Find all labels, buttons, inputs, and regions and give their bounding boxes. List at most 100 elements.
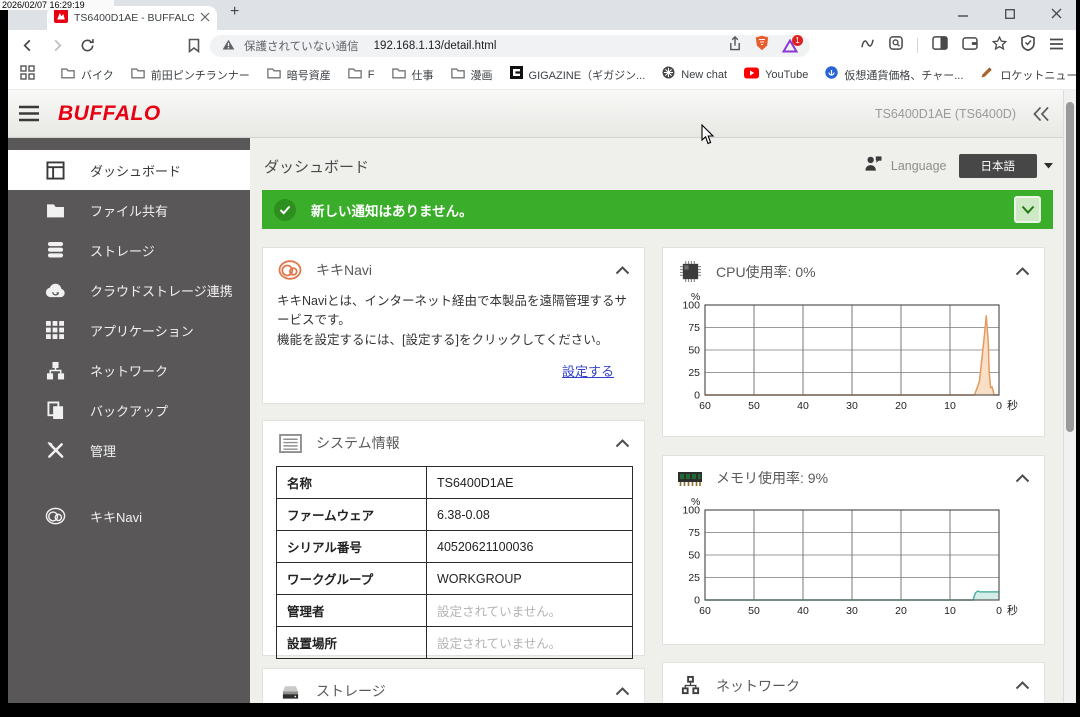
page-title: ダッシュボード <box>264 156 369 177</box>
maximize-icon[interactable] <box>1005 6 1015 24</box>
bookmark-item[interactable]: YouTube <box>744 66 808 84</box>
bookmark-item[interactable]: 前田ピンチランナー <box>131 66 250 84</box>
bookmark-label: F <box>368 69 375 81</box>
cpu-usage-chart: 10075502506050403020100%秒 <box>675 291 1027 423</box>
notification-banner: 新しい通知はありません。 <box>262 190 1053 229</box>
back-icon[interactable] <box>20 38 35 53</box>
brave-rewards-icon[interactable]: 1 <box>782 39 798 53</box>
vpn-shield-icon[interactable] <box>1021 35 1035 56</box>
configure-link[interactable]: 設定する <box>562 364 614 379</box>
collapse-chevron-icon[interactable] <box>1015 681 1030 690</box>
mouse-cursor <box>701 124 715 150</box>
sidebar-toggle-icon[interactable] <box>932 36 948 55</box>
svg-text:50: 50 <box>688 550 700 562</box>
security-label: 保護されていない通信 <box>244 38 359 54</box>
desktop: TS6400D1AE - BUFFALO TeraSta + <box>0 0 1080 717</box>
collapse-chevron-icon[interactable] <box>1015 474 1030 483</box>
forward-icon[interactable] <box>50 38 65 53</box>
bookmark-item[interactable]: GIGAZINE（ギガジン... <box>510 66 646 84</box>
table-row: シリアル番号40520621100036 <box>277 531 633 563</box>
folder-icon <box>44 202 66 218</box>
svg-text:40: 40 <box>797 400 809 412</box>
scrollbar[interactable] <box>1063 90 1076 703</box>
memory-ram-icon <box>677 469 703 487</box>
nas-app: BUFFALO TS6400D1AE (TS6400D) ダッシュボードファイル… <box>8 90 1076 703</box>
bookmark-item[interactable]: 暗号資産 <box>267 66 331 84</box>
star-add-icon[interactable] <box>992 36 1007 56</box>
row-value: 設定されていません。 <box>427 627 633 659</box>
collapse-chevron-icon[interactable] <box>615 439 630 448</box>
sidebar-item-applications[interactable]: アプリケーション <box>8 310 250 350</box>
bookmark-flag-icon[interactable] <box>188 38 200 53</box>
search-tabs-icon[interactable] <box>889 36 903 55</box>
system-info-icon <box>277 434 303 453</box>
new-tab-button[interactable]: + <box>230 3 239 21</box>
leo-ai-icon[interactable] <box>860 37 875 55</box>
svg-text:60: 60 <box>699 400 711 412</box>
crypto-icon <box>825 66 838 84</box>
tab-close-icon[interactable] <box>200 9 210 27</box>
collapse-panel-icon[interactable] <box>1032 106 1051 122</box>
scrollbar-thumb[interactable] <box>1066 102 1074 432</box>
bookmarks-bar: バイク 前田ピンチランナー 暗号資産 F 仕事 漫画 GIGAZINE（ギガジン... New… <box>8 61 1076 90</box>
svg-text:%: % <box>691 291 700 303</box>
svg-text:25: 25 <box>688 367 700 379</box>
folder-icon <box>61 66 75 84</box>
apps-grid-icon[interactable] <box>20 65 35 85</box>
kikinavi-card: キキNavi キキNaviとは、インターネット経由で本製品を遠隔管理するサービス… <box>262 247 645 404</box>
database-icon <box>44 241 66 259</box>
address-bar: 保護されていない通信 192.168.1.13/detail.html 1 <box>8 30 1076 61</box>
sidebar-item-management[interactable]: 管理 <box>8 430 250 470</box>
sidebar-item-kikinavi[interactable]: キキNavi <box>8 496 250 536</box>
menu-icon[interactable] <box>1049 37 1064 55</box>
url-bar[interactable]: 保護されていない通信 192.168.1.13/detail.html 1 <box>210 35 810 57</box>
bookmark-label: 仕事 <box>412 67 434 83</box>
storage-drive-icon <box>277 682 303 701</box>
sidebar-item-dashboard[interactable]: ダッシュボード <box>8 150 250 190</box>
svg-text:40: 40 <box>797 605 809 617</box>
language-select-button[interactable]: 日本語 <box>959 154 1038 178</box>
minimize-icon[interactable] <box>958 6 969 24</box>
sidebar-item-file-sharing[interactable]: ファイル共有 <box>8 190 250 230</box>
collapse-chevron-icon[interactable] <box>1015 267 1030 276</box>
table-row: ワークグループWORKGROUP <box>277 563 633 595</box>
wallet-icon[interactable] <box>962 37 978 55</box>
row-label: ワークグループ <box>277 563 427 595</box>
brave-shield-icon[interactable] <box>755 35 769 56</box>
svg-text:秒: 秒 <box>1007 603 1018 617</box>
sidebar-item-backup[interactable]: バックアップ <box>8 390 250 430</box>
bookmark-item[interactable]: 漫画 <box>451 66 493 84</box>
collapse-chevron-icon[interactable] <box>615 687 630 696</box>
close-icon[interactable] <box>1051 6 1062 24</box>
bookmark-item[interactable]: 仮想通貨価格、チャー... <box>825 66 963 84</box>
collapse-chevron-icon[interactable] <box>615 266 630 275</box>
table-row: 名称TS6400D1AE <box>277 467 633 499</box>
bookmark-item[interactable]: 仕事 <box>392 66 434 84</box>
bookmark-label: 前田ピンチランナー <box>151 67 250 83</box>
row-value: 40520621100036 <box>427 531 633 563</box>
bookmark-item[interactable]: F <box>348 66 375 84</box>
bookmark-list: バイク 前田ピンチランナー 暗号資産 F 仕事 漫画 GIGAZINE（ギガジン... New… <box>61 66 1076 84</box>
system-info-card: システム情報 名称TS6400D1AEファームウェア6.38-0.08シリアル番… <box>262 420 645 656</box>
sidebar-item-storage[interactable]: ストレージ <box>8 230 250 270</box>
sidebar-item-network[interactable]: ネットワーク <box>8 350 250 390</box>
app-menu-icon[interactable] <box>18 105 40 122</box>
folder-icon <box>131 66 145 84</box>
sidebar-item-label: キキNavi <box>90 507 142 526</box>
bookmark-item[interactable]: ロケットニュース24 <box>980 66 1076 84</box>
kikinavi-description: キキNaviとは、インターネット経由で本製品を遠隔管理するサービスです。 機能を… <box>263 286 644 350</box>
row-label: 管理者 <box>277 595 427 627</box>
share-icon[interactable] <box>728 36 742 56</box>
svg-text:75: 75 <box>688 527 700 539</box>
newchat-icon <box>662 66 675 84</box>
svg-text:秒: 秒 <box>1007 398 1018 412</box>
bookmark-item[interactable]: バイク <box>61 66 114 84</box>
sidebar-item-cloud-storage[interactable]: クラウドストレージ連携 <box>8 270 250 310</box>
pencil-icon <box>980 66 994 84</box>
bookmark-item[interactable]: New chat <box>662 66 727 84</box>
system-info-table: 名称TS6400D1AEファームウェア6.38-0.08シリアル番号405206… <box>276 466 633 659</box>
notification-expand-button[interactable] <box>1014 196 1041 223</box>
url-text: 192.168.1.13/detail.html <box>374 40 497 52</box>
reload-icon[interactable] <box>80 38 95 53</box>
language-caret-icon[interactable] <box>1044 163 1053 169</box>
